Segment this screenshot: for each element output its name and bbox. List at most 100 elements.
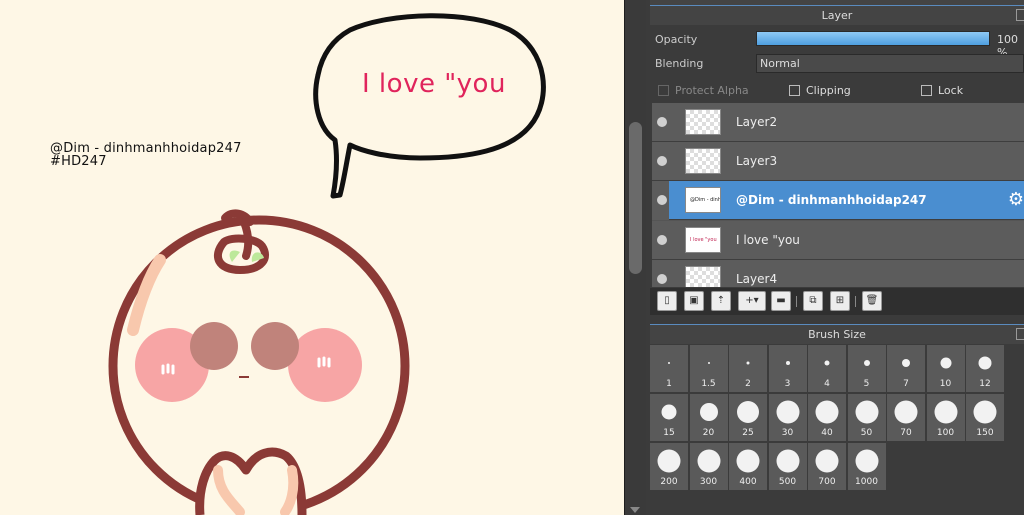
brush-size-option[interactable]: 70 [887,394,925,441]
brush-panel-header[interactable]: Brush Size [650,324,1024,344]
brush-size-label: 7 [903,379,909,389]
brush-size-dot [707,362,710,364]
brush-size-option[interactable]: 1000 [847,443,886,490]
brush-size-dot [776,400,799,424]
brush-size-option[interactable]: 7 [887,345,925,392]
folder-icon[interactable]: ▬ [771,291,791,311]
brush-size-dot [855,449,878,473]
speech-bubble [313,13,546,199]
brush-size-label: 4 [824,379,830,389]
layer-name: I love "you [736,233,800,247]
layer-name: Layer3 [736,154,778,168]
scroll-down-arrow-icon[interactable] [630,507,640,513]
brush-size-option[interactable]: 300 [689,443,728,490]
brush-size-label: 700 [818,477,836,487]
brush-size-label: 500 [778,477,797,487]
clipping-checkbox[interactable]: Clipping [789,84,851,97]
protect-alpha-checkbox[interactable]: Protect Alpha [658,84,749,97]
brush-size-option[interactable]: 20 [689,394,728,441]
eye-icon[interactable] [657,156,667,166]
brush-size-option[interactable]: 100 [926,394,965,441]
eye-icon[interactable] [657,235,667,245]
layer-list[interactable]: Layer2 Layer3 @Dim - dinhmanhhoidap247 @… [652,103,1024,287]
add-layer-dropdown-icon[interactable]: +▾ [738,291,766,311]
brush-size-option[interactable]: 10 [926,345,965,392]
brush-size-option[interactable]: 1.5 [689,345,728,392]
brush-size-option[interactable]: 50 [847,394,886,441]
merge-icon[interactable]: ⊞ [830,291,850,311]
checkbox-box [921,85,932,96]
layer-row[interactable]: Layer2 [652,103,1024,142]
brush-size-dot [697,449,720,473]
brush-size-label: 30 [781,428,794,438]
layer-row[interactable]: Layer3 [652,142,1024,181]
gear-icon[interactable]: ⚙ [1008,191,1024,209]
right-eye [251,322,299,370]
eye-icon[interactable] [657,195,667,205]
bubble-text: I love "you [362,69,506,99]
panel-expand-icon[interactable] [1016,328,1024,340]
scrollbar-thumb[interactable] [629,122,642,274]
watermark-line2: #HD247 [50,154,107,169]
brush-size-label: 10 [939,379,952,389]
layer-thumbnail [685,148,721,174]
brush-size-dot [736,449,760,473]
brush-size-option[interactable]: 12 [966,345,1004,392]
brush-size-option[interactable]: 2 [729,345,767,392]
duplicate-layer-icon[interactable]: ▣ [684,291,704,311]
layer-row-selected[interactable]: @Dim - dinhmanhhoidap247 @Dim - dinhmanh… [652,181,1024,220]
brush-size-option[interactable]: 700 [808,443,846,490]
brush-size-dot [737,401,759,423]
brush-size-option[interactable]: 40 [808,394,846,441]
brush-size-label: 25 [742,428,754,438]
lock-checkbox[interactable]: Lock [921,84,963,97]
brush-size-option[interactable]: 15 [650,394,688,441]
drawing-canvas[interactable]: @Dim - dinhmanhhoidap247 #HD247 I love "… [0,0,624,515]
brush-size-label: 2 [745,379,751,389]
lock-label: Lock [938,84,964,97]
brush-size-option[interactable]: 400 [729,443,767,490]
brush-size-label: 15 [663,428,675,438]
copy-icon[interactable]: ⧉ [803,291,823,311]
layer-row[interactable]: Layer4 [652,260,1024,287]
brush-size-option[interactable]: 5 [847,345,886,392]
canvas-scrollbar[interactable] [624,0,646,515]
brush-size-label: 50 [860,428,873,438]
layer-thumbnail: @Dim - dinhmanhhoidap247 [685,187,721,213]
layer-row[interactable]: I love "you I love "you [652,221,1024,260]
brush-size-dot [934,400,957,424]
brush-size-option[interactable]: 30 [768,394,807,441]
brush-size-dot [855,400,878,424]
trash-icon[interactable]: 🗑 [862,291,882,311]
brush-size-option[interactable]: 4 [808,345,846,392]
brush-size-option[interactable]: 500 [768,443,807,490]
brush-size-label: 150 [976,428,994,438]
brush-size-label: 12 [979,379,991,389]
eye-icon[interactable] [657,117,667,127]
brush-size-dot [902,359,910,367]
brush-size-dot [699,403,718,421]
layer-thumbnail: I love "you [685,227,721,253]
layer-panel-header[interactable]: Layer [650,5,1024,25]
clipping-label: Clipping [806,84,851,97]
brush-size-option[interactable]: 200 [650,443,688,490]
eye-icon[interactable] [657,274,667,284]
opacity-slider[interactable] [756,31,990,46]
brush-size-option[interactable]: 150 [966,394,1004,441]
brush-size-option[interactable]: 1 [650,345,688,392]
brush-size-dot [940,357,951,369]
brush-size-option[interactable]: 3 [768,345,807,392]
brush-size-label: 40 [821,428,833,438]
brush-size-dot [973,400,997,424]
blending-select[interactable]: Normal [756,54,1024,73]
brush-size-dot [746,361,750,365]
brush-size-label: 1.5 [701,379,716,389]
brush-size-dot [776,449,799,473]
brush-size-label: 1 [666,379,672,389]
brush-size-label: 300 [699,477,718,487]
new-layer-icon[interactable]: ▯ [657,291,677,311]
import-layer-icon[interactable]: ⇡ [711,291,731,311]
panel-expand-icon[interactable] [1016,9,1024,21]
brush-size-option[interactable]: 25 [729,394,767,441]
brush-size-label: 70 [900,428,912,438]
